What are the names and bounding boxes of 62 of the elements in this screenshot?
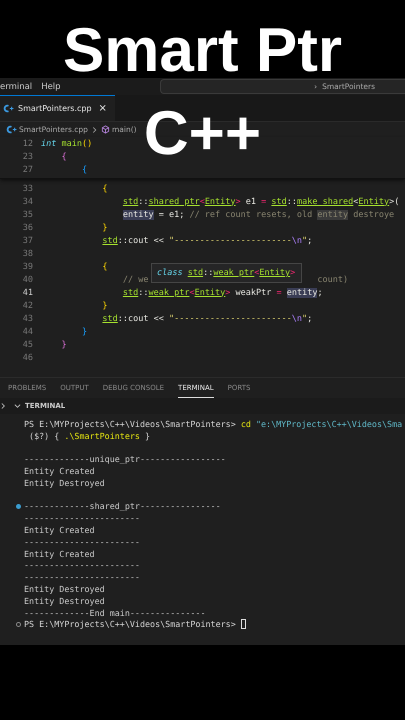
code-line: std::cout << "-----------------------\n"; (102, 314, 312, 324)
code-line: } (61, 340, 67, 350)
line-number: 46 (22, 352, 34, 362)
overlay-title: C++ (144, 103, 262, 165)
line-number: 39 (22, 262, 34, 272)
code-line: { (102, 184, 108, 194)
chevron-down-icon[interactable] (14, 403, 21, 409)
code-line: count) (317, 274, 348, 284)
terminal-line: ----------------------- (24, 536, 140, 547)
terminal-line: Entity Destroyed (24, 596, 105, 606)
hover-tooltip: class std::weak_ptr<Entity> (151, 263, 302, 283)
c-plus-icon (6, 125, 17, 134)
code-line: std::weak_ptr<Entity> weakPtr = entity; (122, 288, 323, 298)
code-line: entity = e1; // ref count resets, old entity destroye (122, 210, 394, 220)
code-line: } (102, 222, 108, 232)
terminal-line: Entity Destroyed (24, 478, 105, 488)
c-plus-icon (3, 104, 14, 113)
terminal-line: -------------shared_ptr---------------- (24, 501, 221, 512)
terminal-line: -------------End main--------------- (24, 608, 206, 618)
terminal-line: -------------unique_ptr----------------- (24, 454, 226, 464)
editor-tab[interactable]: SmartPointers.cpp × (0, 95, 115, 121)
line-number: 45 (22, 340, 34, 350)
code-line: } (102, 300, 108, 310)
menu-item[interactable]: erminal (0, 82, 32, 92)
line-number: 33 (22, 184, 34, 194)
chevron-icon[interactable] (1, 402, 6, 410)
overlay-title: Smart Ptr (62, 20, 342, 82)
code-line: std::shared_ptr<Entity> e1 = std::make_shared<Entity>( (122, 196, 400, 206)
code-line: { (60, 152, 67, 162)
terminal-line: Entity Destroyed (24, 584, 105, 594)
terminal-line: ----------------------- (24, 560, 140, 570)
terminal-line: Entity Created (24, 466, 95, 476)
line-number: 34 (22, 196, 34, 206)
line-number: 41 (22, 288, 34, 298)
line-number: 42 (22, 300, 34, 310)
terminal-line: ($?) { .\SmartPointers } (28, 430, 150, 441)
code-line: { (102, 262, 108, 272)
terminal-line: Entity Created (24, 525, 95, 536)
line-number: 40 (22, 274, 34, 284)
menu-item[interactable]: Help (41, 82, 61, 92)
line-number: 35 (22, 210, 34, 220)
code-line: } (82, 326, 88, 336)
line-number: 44 (22, 326, 34, 336)
line-number: 36 (22, 222, 34, 232)
line-number: 38 (22, 248, 34, 258)
code-line: { (80, 164, 88, 174)
terminal-line: PS E:\MYProjects\C++\Videos\SmartPointers> cd "e:\MYProjects\C++\Videos\Sma (24, 418, 402, 429)
code-line: // we (122, 274, 148, 284)
chevron-icon (92, 126, 97, 134)
line-number: 37 (22, 236, 34, 246)
line-number: 43 (22, 314, 34, 324)
code-line: int main() (41, 138, 92, 148)
line-number: 23 (22, 152, 34, 162)
terminal-line: PS E:\MYProjects\C++\Videos\SmartPointers> (24, 619, 237, 630)
terminal-line: Entity Created (24, 548, 95, 559)
cube-icon (100, 125, 110, 134)
line-number: 27 (22, 164, 34, 174)
terminal-line: ----------------------- (24, 572, 140, 582)
line-number: 12 (22, 138, 34, 148)
close-icon[interactable]: × (98, 103, 107, 114)
terminal-line: ----------------------- (24, 513, 140, 524)
code-line: std::cout << "-----------------------\n"; (102, 236, 312, 246)
